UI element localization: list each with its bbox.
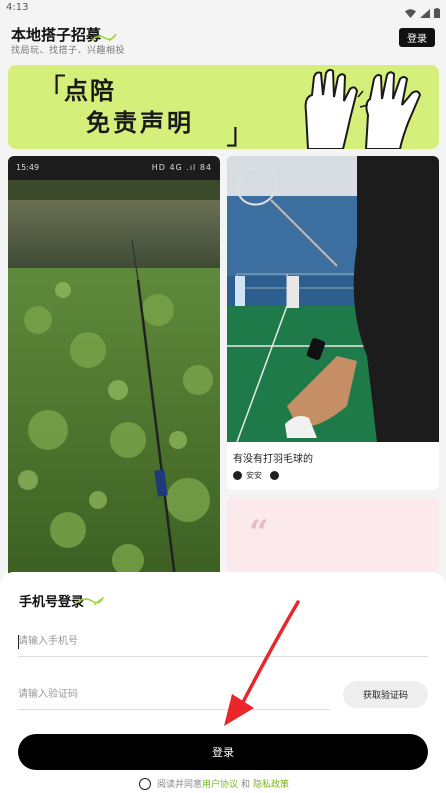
banner-bracket-open: 「 bbox=[36, 73, 66, 108]
feed-card-author[interactable]: 安安 bbox=[233, 470, 279, 481]
agree-conjunction: 和 bbox=[241, 780, 251, 790]
user-agreement-link[interactable]: 用户协议 bbox=[202, 777, 238, 790]
page-title: 本地搭子招募 bbox=[11, 24, 117, 45]
header-login-button[interactable]: 登录 bbox=[399, 28, 435, 47]
get-code-button[interactable]: 获取验证码 bbox=[343, 681, 428, 708]
feed-card-caption: 有没有打羽毛球的 bbox=[233, 454, 313, 465]
badminton-photo bbox=[227, 156, 439, 442]
page-header: 本地搭子招募 找局玩、找搭子、兴趣相投 登录 bbox=[0, 18, 446, 64]
agreement-row: 阅读并同意 用户协议 和 隐私政策 bbox=[139, 777, 289, 790]
banner-line1: 点陪 bbox=[64, 77, 116, 105]
page-subtitle: 找局玩、找搭子、兴趣相投 bbox=[11, 46, 126, 56]
banner-bracket-close: 」 bbox=[226, 117, 256, 149]
status-time: 4:13 bbox=[6, 2, 29, 13]
embedded-phone-status: 15:49 HD 4G .ıl 84 bbox=[8, 156, 220, 180]
high-five-hands-icon bbox=[304, 68, 422, 149]
login-submit-button[interactable]: 登录 bbox=[18, 734, 428, 770]
agree-prefix: 阅读并同意 bbox=[157, 780, 203, 790]
fishing-photo bbox=[8, 180, 220, 586]
feed-card-badminton[interactable]: 有没有打羽毛球的 安安 bbox=[227, 156, 439, 490]
phone-field[interactable] bbox=[18, 627, 428, 657]
title-sparkle-icon bbox=[74, 596, 104, 606]
code-field[interactable] bbox=[18, 680, 330, 710]
quote-mark-icon: “ bbox=[249, 513, 269, 553]
privacy-policy-link[interactable]: 隐私政策 bbox=[253, 777, 289, 790]
agree-checkbox[interactable] bbox=[139, 777, 151, 790]
author-badge-icon bbox=[270, 471, 279, 480]
avatar bbox=[233, 471, 242, 480]
feed-card-fishing[interactable]: 15:49 HD 4G .ıl 84 bbox=[8, 156, 220, 586]
text-caret bbox=[18, 635, 19, 649]
verification-code-input[interactable] bbox=[18, 680, 330, 709]
title-sparkle-icon bbox=[91, 33, 117, 42]
status-bar: 4:13 bbox=[0, 0, 446, 18]
login-bottom-sheet: 手机号登录 获取验证码 登录 阅读并同意 用户协议 和 隐私政策 bbox=[0, 572, 446, 793]
disclaimer-banner[interactable]: 「 点陪 免责声明 」 bbox=[8, 65, 439, 149]
phone-input[interactable] bbox=[18, 627, 428, 656]
banner-line2: 免责声明 bbox=[86, 109, 194, 137]
